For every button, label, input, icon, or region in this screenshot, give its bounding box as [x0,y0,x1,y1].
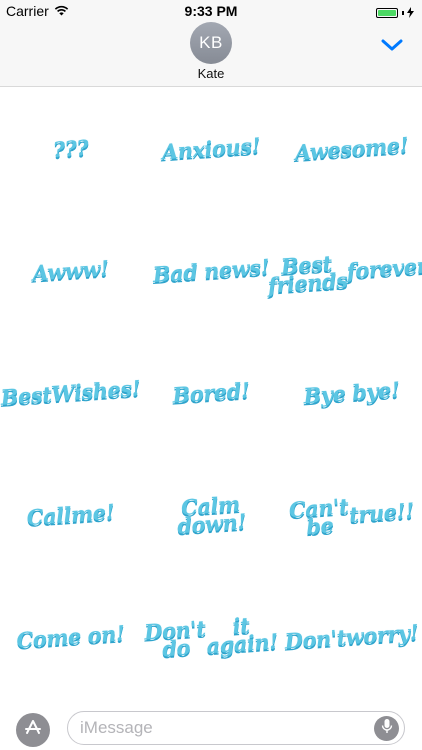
sticker-text: ??? [51,134,90,163]
status-time: 9:33 PM [184,3,238,19]
sticker-text: Best friends [266,250,349,298]
sticker-text: Anxious! [161,132,261,165]
sticker-text: Awww! [31,255,110,286]
collapse-button[interactable] [378,34,406,54]
sticker-text: Awesome! [293,132,409,166]
sticker-text: Don't do [143,615,207,662]
sticker[interactable]: Awesome! [277,83,422,215]
sticker[interactable]: Call me! [0,449,145,581]
sticker[interactable]: Come on! [0,571,145,703]
sticker-text: forever! [345,252,422,284]
contact-name[interactable]: Kate [0,66,422,81]
avatar[interactable]: KB [190,22,232,64]
dictation-button[interactable] [374,716,399,741]
charging-bolt-icon [407,5,414,21]
sticker[interactable]: Best friends forever! [267,205,422,337]
status-bar: Carrier 9:33 PM [0,0,422,22]
sticker-text: Best [0,381,53,410]
battery-icon [376,8,398,18]
sticker-text: Bye bye! [302,376,401,409]
sticker[interactable]: Calm down! [137,449,285,580]
sticker-text: Wishes! [50,375,142,407]
battery-level [378,10,396,16]
sticker[interactable]: Bored! [137,327,285,458]
sticker[interactable]: Don't do it again! [137,571,285,702]
conversation-header: KB Kate [0,22,422,87]
message-input[interactable] [67,711,405,745]
sticker-text: Come on! [15,620,126,653]
sticker-text: Don't [283,624,347,654]
sticker-text: Calm down! [176,491,247,539]
sticker[interactable]: Best Wishes! [0,327,145,459]
sticker[interactable]: Can't be true!! [277,449,422,581]
sticker[interactable]: Awww! [0,205,145,337]
sticker[interactable]: Bad news! [137,205,285,336]
sticker-text: Bad news! [151,254,270,288]
compose-bar [0,704,422,750]
sticker-text: Call [25,502,72,531]
battery-tip [402,11,404,15]
sticker[interactable]: Anxious! [137,83,285,214]
sticker[interactable]: ??? [0,83,145,215]
sticker[interactable]: Bye bye! [277,327,422,459]
app-store-button[interactable] [16,713,50,747]
app-store-icon [23,718,43,743]
sticker-text: me! [70,499,116,528]
sticker-text: true!! [348,497,415,528]
chevron-down-icon [378,39,406,58]
microphone-icon [381,718,393,739]
sticker-text: worry! [344,619,420,650]
sticker-text: Bored! [171,377,251,408]
sticker[interactable]: Don't worry! [277,571,422,703]
sticker-grid: ??? Anxious! Awesome! Awww! Bad news! Best fr… [0,88,422,698]
status-right [376,5,414,21]
sticker-text: it again! [205,612,279,659]
sticker-text: Can't be [288,493,349,540]
